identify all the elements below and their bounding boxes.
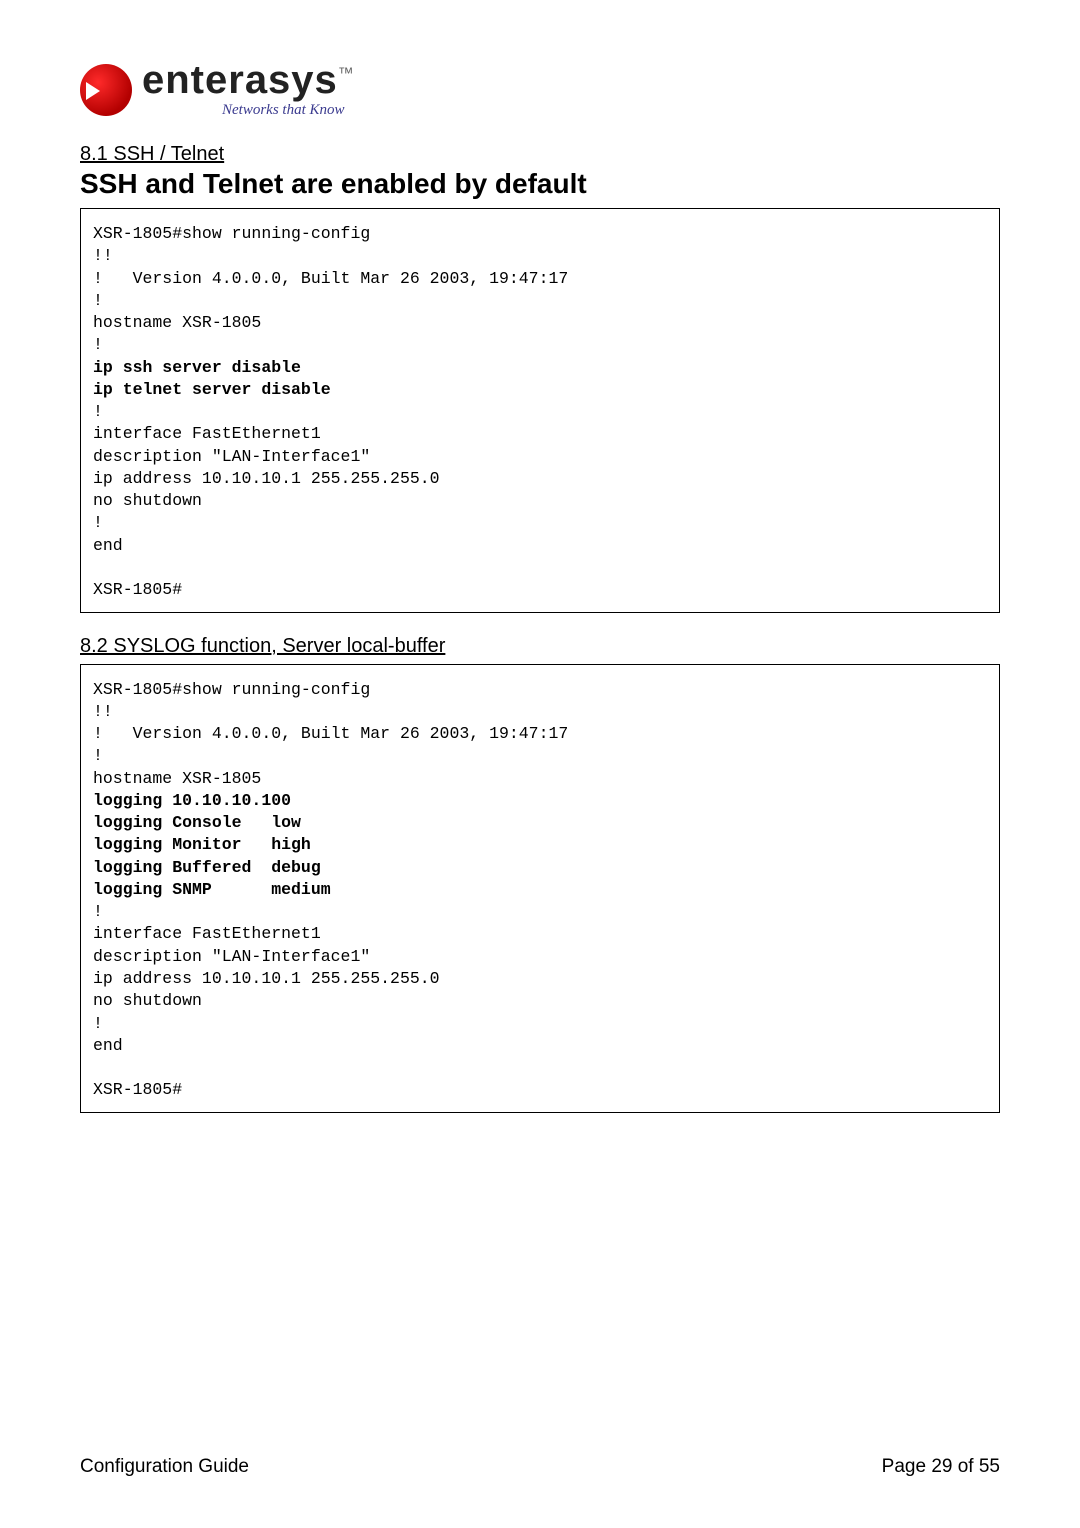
code-line: !	[93, 335, 103, 354]
footer-right: Page 29 of 55	[882, 1456, 1000, 1478]
brand-tagline: Networks that Know	[222, 102, 355, 119]
brand-name: enterasys™	[142, 60, 355, 100]
code-line-bold: logging Buffered debug	[93, 858, 321, 877]
code-line: !	[93, 1014, 103, 1033]
code-block-syslog: XSR-1805#show running-config !! ! Versio…	[80, 664, 1000, 1113]
code-line-bold: ip telnet server disable	[93, 380, 331, 399]
code-line: interface FastEthernet1	[93, 924, 321, 943]
code-line: interface FastEthernet1	[93, 424, 321, 443]
code-line: !!	[93, 246, 113, 265]
code-line: ip address 10.10.10.1 255.255.255.0	[93, 469, 440, 488]
code-line-bold: logging 10.10.10.100	[93, 791, 291, 810]
arrow-icon	[86, 82, 100, 100]
code-line: !	[93, 902, 103, 921]
code-line: !	[93, 513, 103, 532]
code-line: no shutdown	[93, 991, 202, 1010]
code-line: !	[93, 402, 103, 421]
code-line: end	[93, 1036, 123, 1055]
code-line: no shutdown	[93, 491, 202, 510]
code-line: description "LAN-Interface1"	[93, 947, 370, 966]
logo: enterasys™ Networks that Know	[80, 60, 1000, 119]
code-line: description "LAN-Interface1"	[93, 447, 370, 466]
code-line: ip address 10.10.10.1 255.255.255.0	[93, 969, 440, 988]
section-8-2-label: 8.2 SYSLOG function, Server local-buffer	[80, 635, 1000, 658]
code-line: ! Version 4.0.0.0, Built Mar 26 2003, 19…	[93, 269, 568, 288]
code-line-bold: logging SNMP medium	[93, 880, 331, 899]
code-line: XSR-1805#show running-config	[93, 224, 370, 243]
section-8-1-label: 8.1 SSH / Telnet	[80, 143, 1000, 166]
code-line: XSR-1805#	[93, 580, 182, 599]
enterasys-logo-icon	[80, 64, 132, 116]
section-8-1-title: SSH and Telnet are enabled by default	[80, 168, 1000, 200]
code-line-bold: logging Monitor high	[93, 835, 311, 854]
footer-left: Configuration Guide	[80, 1456, 249, 1478]
code-line: hostname XSR-1805	[93, 313, 261, 332]
code-line: XSR-1805#	[93, 1080, 182, 1099]
code-line: !	[93, 746, 103, 765]
code-line: XSR-1805#show running-config	[93, 680, 370, 699]
code-line: !!	[93, 702, 113, 721]
code-line: end	[93, 536, 123, 555]
code-block-ssh-telnet: XSR-1805#show running-config !! ! Versio…	[80, 208, 1000, 613]
code-line: !	[93, 291, 103, 310]
page-footer: Configuration Guide Page 29 of 55	[80, 1456, 1000, 1478]
code-line: ! Version 4.0.0.0, Built Mar 26 2003, 19…	[93, 724, 568, 743]
code-line-bold: ip ssh server disable	[93, 358, 301, 377]
code-line: hostname XSR-1805	[93, 769, 261, 788]
code-line-bold: logging Console low	[93, 813, 301, 832]
logo-text: enterasys™ Networks that Know	[142, 60, 355, 119]
